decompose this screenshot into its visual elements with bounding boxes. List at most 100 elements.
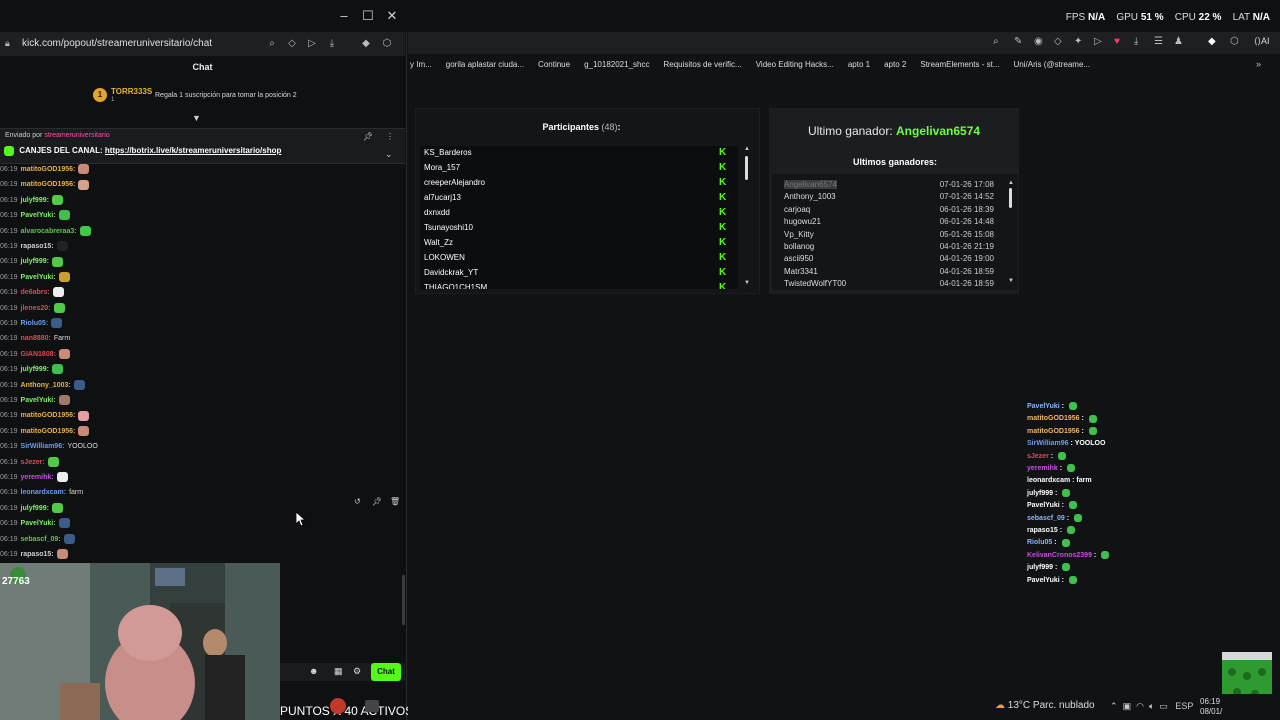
message-username[interactable]: jlenes20:	[21, 305, 51, 312]
bookmark-item[interactable]: apto 1	[848, 60, 870, 69]
reply-icon[interactable]: ↺	[354, 497, 361, 506]
bookmark-item[interactable]: Requisitos de verific...	[663, 60, 741, 69]
volume-icon[interactable]: 🔈︎	[1149, 701, 1154, 711]
collapse-pinned-icon[interactable]: ▼	[192, 113, 201, 123]
language-indicator[interactable]: ESP	[1175, 701, 1193, 711]
message-username[interactable]: GIAN1808:	[21, 351, 56, 358]
sent-by-user[interactable]: streameruniversitario	[44, 132, 109, 139]
extension-icon[interactable]: ◆	[359, 38, 373, 49]
cube-icon[interactable]: ⬡	[1230, 36, 1239, 47]
bookmark-item[interactable]: Video Editing Hacks...	[756, 60, 834, 69]
maximize-icon[interactable]: ☐	[361, 8, 375, 24]
scroll-thumb[interactable]	[745, 156, 748, 180]
bookmark-item[interactable]: apto 2	[884, 60, 906, 69]
camera-icon[interactable]: ◉	[1034, 36, 1043, 47]
send-chat-button[interactable]: Chat	[371, 663, 401, 681]
battery-icon[interactable]: ▭	[1159, 701, 1168, 711]
message-username[interactable]: nan8880:	[21, 335, 51, 342]
bookmark-item[interactable]: y Im...	[410, 60, 432, 69]
message-username[interactable]: yeremihk:	[21, 474, 54, 481]
message-username[interactable]: alvarocabreraa3:	[21, 228, 77, 235]
popout-url[interactable]: kick.com/popout/streameruniversitario/ch…	[22, 38, 212, 49]
winners-list[interactable]: ▲ ▼ Angelivan6574 07-01-26 17:08 Anthony_1…	[772, 174, 1018, 290]
profile-icon[interactable]: ♟	[1174, 36, 1183, 47]
more-options-icon[interactable]: ⋮	[386, 132, 394, 141]
download-icon[interactable]: ⤓	[1134, 36, 1138, 47]
kick-logo-icon: K	[719, 267, 727, 278]
bookmark-item[interactable]: gorila aplastar ciuda...	[446, 60, 524, 69]
message-username[interactable]: matitoGOD1956:	[21, 181, 76, 188]
message-username[interactable]: leonardxcam:	[21, 489, 67, 496]
minimize-icon[interactable]: –	[337, 8, 351, 23]
chrome-taskbar-icon[interactable]	[330, 698, 346, 714]
kick-logo-icon: K	[719, 237, 727, 248]
close-icon[interactable]: ✕	[385, 8, 399, 24]
pin-icon[interactable]: 📌︎	[363, 132, 373, 141]
message-username[interactable]: Anthony_1003:	[21, 382, 71, 389]
chat-scrollbar[interactable]	[402, 575, 405, 625]
scroll-down-icon[interactable]: ▼	[1008, 278, 1014, 284]
delete-icon[interactable]: 🗑︎	[390, 497, 400, 506]
chevron-up-icon[interactable]: ⌃	[1110, 701, 1118, 711]
message-username[interactable]: PavelYuki:	[21, 520, 56, 527]
message-username[interactable]: sJezer:	[21, 459, 45, 466]
message-username[interactable]: julyf999:	[21, 258, 49, 265]
extension-icon[interactable]: ✦	[1074, 36, 1082, 47]
message-username[interactable]: Riolu05:	[21, 320, 49, 327]
taskbar-clock[interactable]: 06:19 08/01/	[1200, 697, 1222, 717]
more-bookmarks-icon[interactable]: »	[1256, 59, 1261, 69]
sent-by-label: Enviado por	[5, 132, 43, 139]
ai-icon[interactable]: ⟨⟩AI	[1254, 36, 1270, 47]
emote-icon	[1066, 464, 1075, 473]
play-icon[interactable]: ▷	[1094, 36, 1102, 47]
bookmark-item[interactable]: Uni/Aris (@streame...	[1014, 60, 1091, 69]
search-icon[interactable]: ⌕	[265, 38, 279, 49]
message-username[interactable]: sebascf_09:	[21, 536, 61, 543]
shield-icon[interactable]: ◇	[285, 38, 299, 49]
message-username[interactable]: julyf999:	[21, 366, 49, 373]
scroll-up-icon[interactable]: ▲	[1008, 180, 1014, 186]
gift-icon[interactable]: ▦	[334, 666, 343, 677]
chat-message-list[interactable]: 06:19 matitoGOD1956: 06:19 matitoGOD1956: 06…	[0, 164, 405, 564]
menu-icon[interactable]: ☰	[1154, 36, 1163, 47]
weather-widget[interactable]: ☁ 13°C Parc. nublado	[995, 700, 1095, 711]
message-username[interactable]: SirWilliam96:	[21, 443, 65, 450]
search-icon[interactable]: ⌕	[993, 36, 999, 47]
message-username[interactable]: matitoGOD1956:	[21, 428, 76, 435]
bookmark-item[interactable]: StreamElements - st...	[920, 60, 999, 69]
message-username[interactable]: rapaso15:	[21, 243, 54, 250]
scroll-up-icon[interactable]: ▲	[744, 146, 750, 152]
message-username[interactable]: PavelYuki:	[21, 397, 56, 404]
bookmark-item[interactable]: Continue	[538, 60, 570, 69]
pinned-username[interactable]: TORR333S	[111, 87, 152, 96]
bookmark-item[interactable]: g_10182021_shcc	[584, 60, 649, 69]
message-username[interactable]: matitoGOD1956:	[21, 166, 76, 173]
extension-icon[interactable]: ◆	[1208, 36, 1216, 47]
network-icon[interactable]: ▣	[1123, 701, 1132, 711]
popout-address-bar[interactable]: 🔒︎ kick.com/popout/streameruniversitario…	[0, 32, 405, 56]
edit-icon[interactable]: ✎	[1014, 36, 1022, 47]
pin-message-icon[interactable]: 📌︎	[372, 497, 382, 506]
app-taskbar-icon[interactable]	[365, 700, 379, 712]
scroll-thumb[interactable]	[1009, 188, 1012, 208]
chevron-down-icon[interactable]: ⌄	[385, 149, 393, 160]
message-username[interactable]: PavelYuki:	[21, 212, 56, 219]
gear-icon[interactable]: ⚙	[353, 666, 361, 677]
message-username[interactable]: rapaso15:	[21, 551, 54, 558]
message-username[interactable]: julyf999:	[21, 197, 49, 204]
message-username[interactable]: PavelYuki:	[21, 274, 56, 281]
canjes-link[interactable]: https://botrix.live/k/streameruniversita…	[105, 146, 282, 155]
play-icon[interactable]: ▷	[305, 38, 319, 49]
shield-icon[interactable]: ◇	[1054, 36, 1062, 47]
message-username[interactable]: julyf999:	[21, 505, 49, 512]
wifi-icon[interactable]: ◠	[1136, 701, 1144, 711]
message-username[interactable]: matitoGOD1956:	[21, 412, 76, 419]
message-username[interactable]: de6abrs:	[21, 289, 50, 296]
emoji-icon[interactable]: ☻	[309, 666, 318, 676]
scroll-down-icon[interactable]: ▼	[744, 280, 750, 286]
heart-icon[interactable]: ♥	[1114, 36, 1120, 47]
download-icon[interactable]: ⤓	[325, 38, 339, 49]
participants-list[interactable]: KS_Barderos K Mora_157 KcreeperAlejandro Kal…	[420, 146, 738, 289]
cube-icon[interactable]: ⬡	[380, 38, 394, 49]
participants-scrollbar[interactable]: ▲ ▼	[744, 146, 750, 289]
